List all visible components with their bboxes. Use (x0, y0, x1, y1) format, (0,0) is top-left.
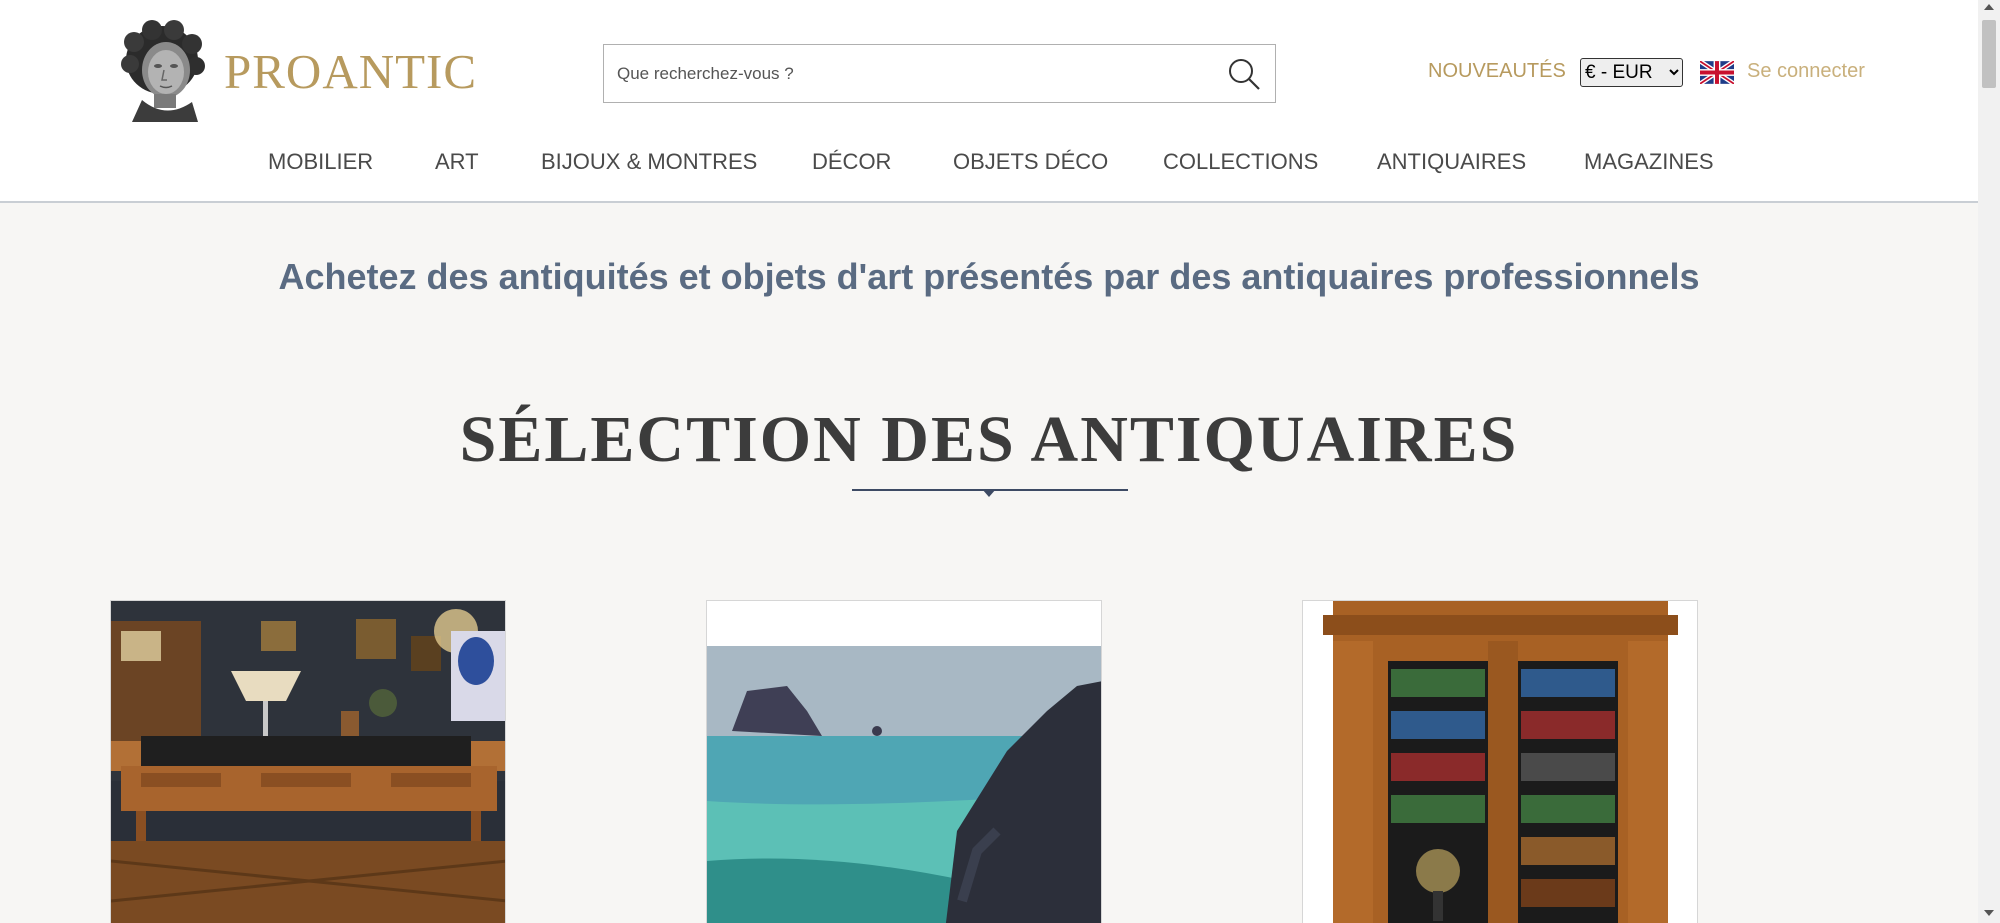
bookcase-image (1303, 601, 1697, 923)
nav-item-objets-deco[interactable]: OBJETS DÉCO (953, 149, 1108, 175)
search-input[interactable] (604, 45, 1184, 102)
tagline: Achetez des antiquités et objets d'art p… (278, 256, 1700, 297)
nouveautes-link[interactable]: NOUVEAUTÉS (1428, 60, 1566, 83)
nav-item-antiquaires[interactable]: ANTIQUAIRES (1377, 149, 1526, 175)
product-card[interactable] (706, 600, 1102, 923)
scroll-up-arrow-icon[interactable] (1984, 4, 1994, 10)
bust-logo-icon (121, 20, 205, 122)
search-icon[interactable] (1227, 57, 1261, 91)
nav-item-bijoux-montres[interactable]: BIJOUX & MONTRES (541, 149, 757, 175)
uk-flag-icon[interactable] (1700, 61, 1734, 84)
nav-item-magazines[interactable]: MAGAZINES (1584, 149, 1714, 175)
site-header: PROANTIC NOUVEAUTÉS € - EUR Se connecter… (0, 0, 1978, 203)
section-title: SÉLECTION DES ANTIQUAIRES (459, 403, 1519, 476)
product-card[interactable] (1302, 600, 1698, 923)
nav-item-mobilier[interactable]: MOBILIER (268, 149, 373, 175)
nav-item-collections[interactable]: COLLECTIONS (1163, 149, 1318, 175)
scroll-down-arrow-icon[interactable] (1984, 910, 1994, 916)
brand-name: PROANTIC (224, 43, 478, 99)
login-link[interactable]: Se connecter (1747, 60, 1865, 83)
product-card[interactable] (110, 600, 506, 923)
seascape-painting-image (707, 601, 1101, 923)
currency-select[interactable]: € - EUR (1580, 58, 1683, 87)
desk-image (111, 601, 505, 923)
divider-arrow (982, 489, 996, 497)
nav-item-art[interactable]: ART (435, 149, 479, 175)
search-bar (603, 44, 1276, 103)
logo[interactable]: PROANTIC (112, 20, 477, 122)
nav-item-decor[interactable]: DÉCOR (812, 149, 891, 175)
scrollbar-thumb[interactable] (1982, 20, 1996, 88)
vertical-scrollbar[interactable] (1978, 0, 2000, 923)
